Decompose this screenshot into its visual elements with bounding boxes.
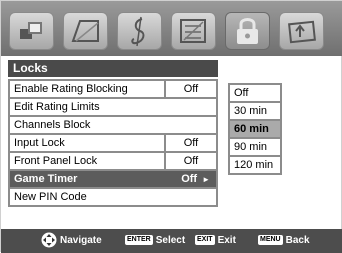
back-label: Back (285, 235, 310, 246)
setup-icon[interactable] (171, 12, 216, 50)
menu-item-game-timer[interactable]: Game Timer Off ► (10, 171, 216, 187)
menu-key-icon: MENU (258, 235, 283, 246)
dpad-icon (41, 232, 57, 248)
menu-item-value: Off ► (181, 173, 210, 185)
menu-item-front-panel-lock[interactable]: Front Panel Lock Off (10, 153, 216, 169)
menu-item-value: Off (164, 81, 216, 97)
bottom-nav-bar: Navigate ENTER Select EXIT Exit MENU Back (1, 229, 342, 253)
menu-icon-bar (1, 1, 342, 56)
select-label: Select (155, 235, 186, 246)
menu-item-value: Off (164, 135, 216, 151)
menu-item-label: Edit Rating Limits (14, 101, 100, 113)
locks-panel: Locks Enable Rating Blocking Off Edit Ra… (8, 60, 335, 221)
music-icon[interactable] (117, 12, 162, 50)
menu-item-label: Front Panel Lock (14, 155, 98, 167)
option-90-min[interactable]: 90 min (230, 139, 280, 155)
game-timer-options: Off 30 min 60 min 90 min 120 min (228, 83, 282, 175)
menu-item-label: Input Lock (14, 137, 65, 149)
nav-hint-select: ENTER Select (125, 229, 185, 253)
menu-item-label: Game Timer (14, 173, 78, 185)
applications-icon[interactable] (279, 12, 324, 50)
option-120-min[interactable]: 120 min (230, 157, 280, 173)
sound-icon[interactable] (63, 12, 108, 50)
menu-item-enable-rating-blocking[interactable]: Enable Rating Blocking Off (10, 81, 216, 97)
panel-title: Locks (8, 60, 218, 77)
navigate-label: Navigate (60, 235, 102, 246)
menu-item-edit-rating-limits[interactable]: Edit Rating Limits (10, 99, 216, 115)
lock-icon[interactable] (225, 12, 270, 50)
option-off[interactable]: Off (230, 85, 280, 101)
menu-item-input-lock[interactable]: Input Lock Off (10, 135, 216, 151)
menu-item-new-pin-code[interactable]: New PIN Code (10, 189, 216, 205)
menu-item-label: Enable Rating Blocking (14, 83, 128, 95)
arrow-right-icon: ► (202, 175, 210, 184)
exit-key-icon: EXIT (195, 235, 215, 246)
option-60-min[interactable]: 60 min (230, 121, 280, 137)
nav-hint-navigate: Navigate (41, 229, 102, 253)
nav-hint-exit: EXIT Exit (195, 229, 236, 253)
locks-menu: Enable Rating Blocking Off Edit Rating L… (8, 79, 218, 207)
menu-item-value: Off (164, 153, 216, 169)
exit-label: Exit (217, 235, 236, 246)
option-30-min[interactable]: 30 min (230, 103, 280, 119)
enter-key-icon: ENTER (125, 235, 153, 246)
menu-item-label: Channels Block (14, 119, 91, 131)
tv-menu-screen: Locks Enable Rating Blocking Off Edit Ra… (0, 0, 342, 253)
picture-icon[interactable] (9, 12, 54, 50)
nav-hint-back: MENU Back (258, 229, 310, 253)
menu-item-channels-block[interactable]: Channels Block (10, 117, 216, 133)
menu-item-label: New PIN Code (14, 191, 87, 203)
